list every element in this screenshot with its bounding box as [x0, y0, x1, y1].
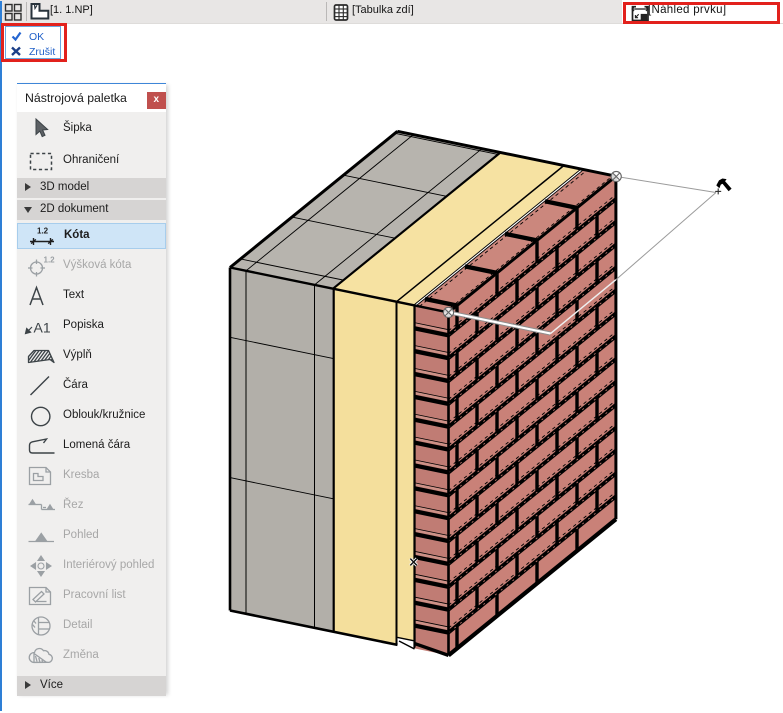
svg-text:A1: A1 — [34, 320, 51, 336]
svg-text:1.2: 1.2 — [37, 227, 49, 236]
svg-text:1.2: 1.2 — [44, 256, 56, 265]
